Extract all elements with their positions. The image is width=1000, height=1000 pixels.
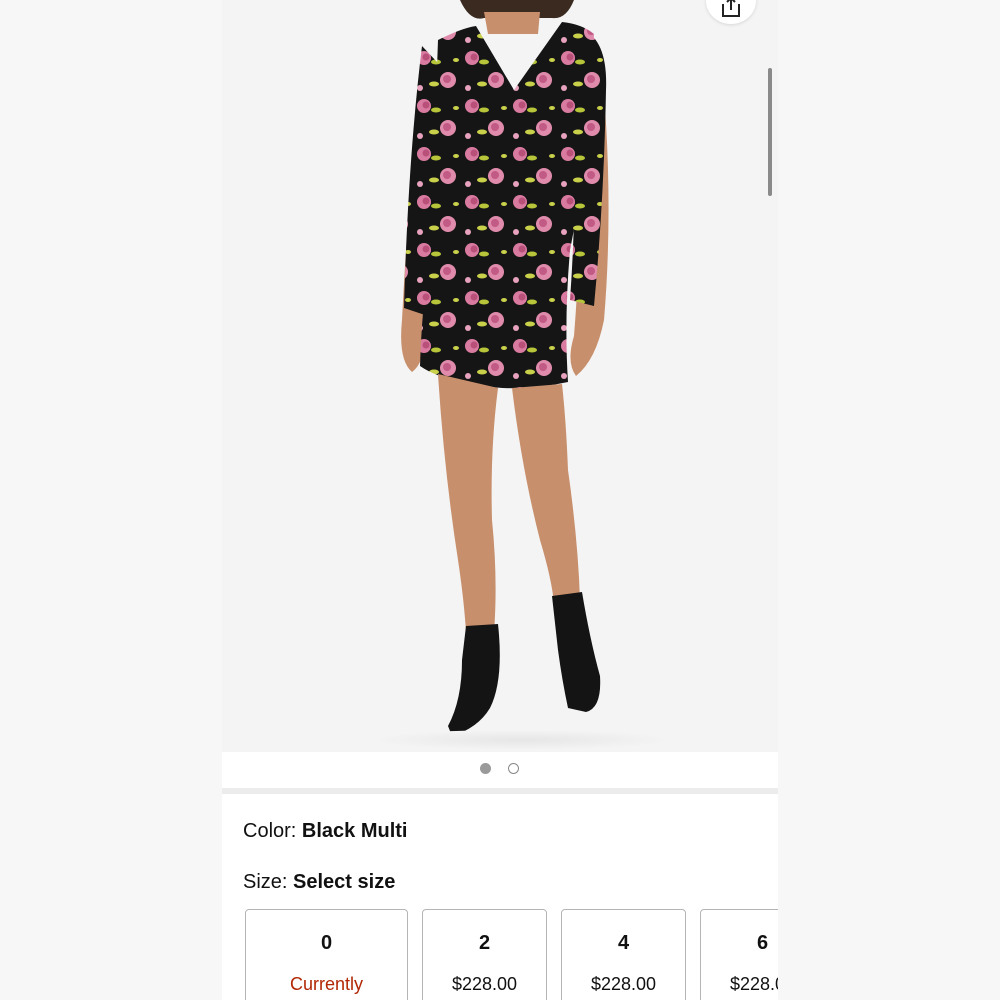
section-divider	[222, 788, 778, 794]
color-value: Black Multi	[301, 820, 408, 842]
carousel-indicator	[222, 752, 778, 788]
size-option-label: 4	[617, 932, 630, 954]
size-option-status: Currently	[289, 974, 364, 994]
product-page: Color: Black Multi Size: Select size 0 C…	[222, 0, 778, 1000]
size-label: Size:	[243, 871, 294, 893]
size-option-2[interactable]: 2 $228.00	[422, 909, 547, 1000]
color-label: Color:	[243, 820, 302, 842]
size-row: Size: Select size	[243, 871, 395, 894]
scrollbar-thumb[interactable]	[768, 68, 772, 196]
size-option-price: $228.00	[451, 974, 518, 994]
color-row: Color: Black Multi	[243, 820, 407, 843]
carousel-dot-1[interactable]	[480, 763, 491, 774]
share-icon	[722, 0, 740, 17]
size-option-label: 2	[478, 932, 491, 954]
left-background	[0, 0, 222, 1000]
size-option-label: 0	[320, 932, 333, 954]
product-photo	[222, 0, 778, 752]
size-option-price: $228.00	[729, 974, 778, 994]
size-value: Select size	[293, 871, 396, 893]
product-image[interactable]	[222, 0, 778, 752]
size-option-0[interactable]: 0 Currently	[245, 909, 408, 1000]
size-option-price: $228.00	[590, 974, 657, 994]
right-background	[778, 0, 1000, 1000]
size-option-4[interactable]: 4 $228.00	[561, 909, 686, 1000]
carousel-dot-2[interactable]	[508, 763, 519, 774]
size-option-label: 6	[756, 932, 769, 954]
size-option-6[interactable]: 6 $228.00	[700, 909, 778, 1000]
